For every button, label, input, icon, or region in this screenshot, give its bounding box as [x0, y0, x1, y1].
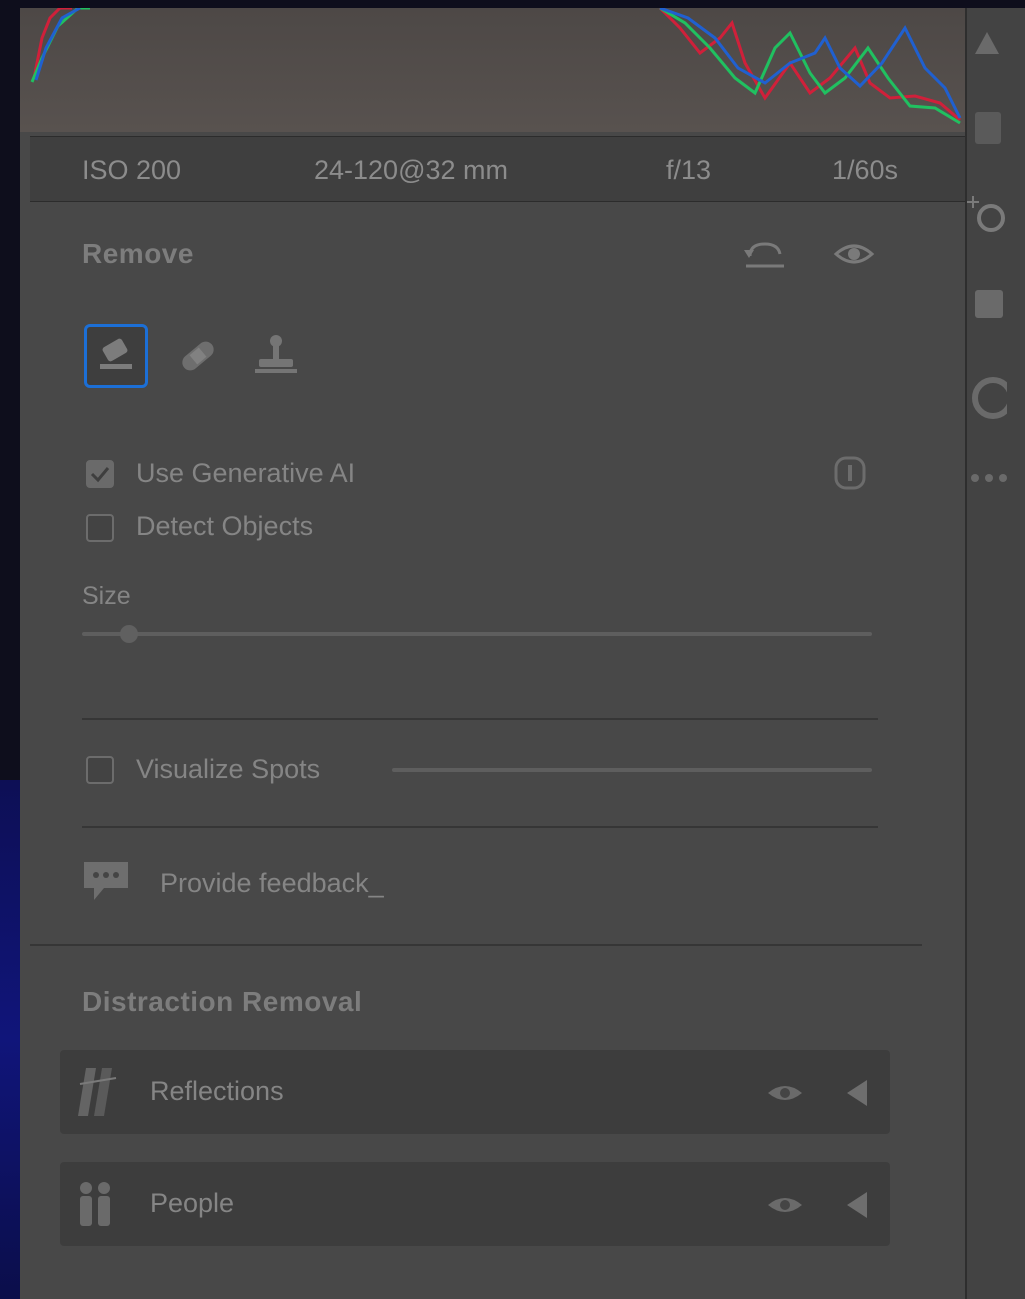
remove-section-title: Remove	[82, 238, 194, 269]
eye-icon[interactable]	[765, 1078, 805, 1113]
size-slider[interactable]	[82, 632, 872, 636]
eraser-tool-button[interactable]	[84, 324, 148, 388]
size-label: Size	[82, 582, 131, 610]
clone-stamp-icon	[255, 335, 297, 373]
people-label: People	[150, 1188, 235, 1218]
detect-objects-label: Detect Objects	[136, 511, 314, 541]
eraser-icon	[100, 338, 132, 369]
exif-iso: ISO 200	[82, 155, 182, 185]
exif-lens: 24-120@32 mm	[314, 155, 508, 185]
eye-icon[interactable]	[832, 236, 876, 277]
provide-feedback-link[interactable]: Provide feedback_	[160, 868, 384, 899]
histogram-blue-channel	[34, 8, 81, 81]
expand-triangle-icon[interactable]	[843, 1078, 871, 1113]
divider	[82, 718, 878, 720]
divider	[82, 826, 878, 828]
reflections-label: Reflections	[150, 1076, 284, 1106]
exif-shutter: 1/60s	[832, 155, 899, 185]
histogram	[20, 8, 965, 132]
edit-panel: ISO 200 24-120@32 mm f/13 1/60s Remove U…	[20, 8, 965, 1299]
visualize-spots-checkbox[interactable]	[86, 756, 114, 784]
people-row[interactable]: People	[60, 1162, 890, 1246]
exif-aperture: f/13	[666, 155, 712, 185]
use-generative-ai-label: Use Generative AI	[136, 458, 356, 488]
clone-tool-button[interactable]	[244, 324, 308, 388]
eye-icon[interactable]	[765, 1190, 805, 1225]
detect-objects-checkbox[interactable]	[86, 514, 114, 542]
histogram-red-channel-right	[658, 8, 961, 122]
masking-icon[interactable]	[967, 284, 1007, 329]
reflections-row[interactable]: Reflections	[60, 1050, 890, 1134]
reflections-icon	[72, 1064, 124, 1125]
visualize-spots-slider[interactable]	[392, 768, 872, 772]
bandage-icon	[182, 341, 214, 371]
people-icon	[72, 1176, 124, 1237]
more-icon[interactable]	[967, 468, 1007, 493]
heal-tool-button[interactable]	[166, 324, 230, 388]
use-generative-ai-checkbox[interactable]	[86, 460, 114, 488]
reset-icon[interactable]	[740, 236, 790, 277]
size-slider-thumb[interactable]	[120, 625, 139, 643]
histogram-blue-channel-right	[659, 8, 962, 119]
edit-icon[interactable]	[967, 24, 1007, 69]
right-tool-strip	[965, 8, 1025, 1299]
info-icon[interactable]	[832, 454, 868, 497]
feedback-icon	[80, 858, 132, 911]
exif-bar: ISO 200 24-120@32 mm f/13 1/60s	[30, 136, 965, 202]
expand-triangle-icon[interactable]	[843, 1190, 871, 1225]
crop-icon[interactable]	[967, 106, 1007, 155]
red-eye-icon[interactable]	[967, 374, 1014, 429]
visualize-spots-label: Visualize Spots	[136, 754, 321, 784]
section-divider	[30, 944, 922, 946]
histogram-green-channel-right	[659, 8, 961, 125]
distraction-removal-title: Distraction Removal	[82, 986, 363, 1017]
remove-icon[interactable]	[967, 192, 1007, 241]
